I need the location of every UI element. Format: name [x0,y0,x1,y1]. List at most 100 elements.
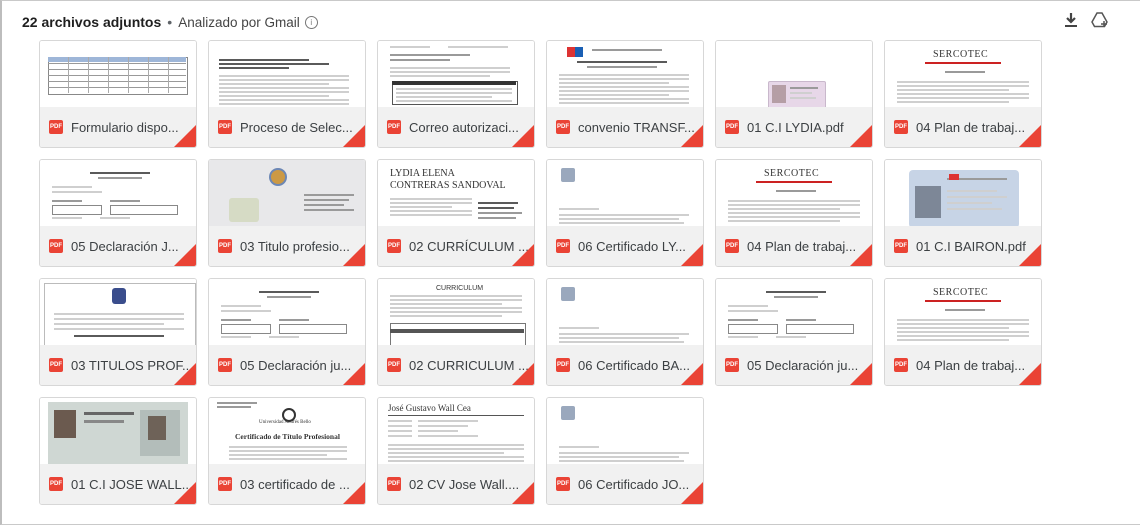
pdf-file-icon: PDF [725,358,739,372]
thumbnail-graphic [575,47,583,57]
attachment-thumbnail [209,41,365,109]
thumbnail-graphic [108,57,109,93]
thumbnail-text-line [52,200,82,202]
thumbnail-text-line [559,94,669,96]
attachment-card[interactable]: PDF Formulario dispo... [39,40,197,148]
thumbnail-text-line [897,85,1029,87]
thumbnail-text-line [390,303,502,305]
fold-corner-icon [343,244,365,266]
thumbnail-graphic [388,415,524,416]
attachment-card[interactable]: PDF 05 Declaración ju... [715,278,873,386]
thumbnail-text-line [897,101,1009,103]
attachment-card[interactable]: PDF 01 C.I JOSE WALL... [39,397,197,505]
analyzed-by-gmail-label: Analizado por Gmail [178,14,300,30]
thumbnail-text-line [897,323,1029,325]
thumbnail-graphic [390,323,526,347]
attachment-thumbnail: SERCOTEC [885,41,1041,109]
attachment-card[interactable]: PDF 03 Titulo profesio... [208,159,366,267]
attachment-thumbnail [547,160,703,228]
attachment-card[interactable]: PDF 06 Certificado BA... [546,278,704,386]
attachment-card[interactable]: PDF 01 C.I LYDIA.pdf [715,40,873,148]
thumbnail-text-line [947,190,997,192]
thumbnail-text-line [217,402,257,404]
attachment-filename: 05 Declaración ju... [240,357,352,373]
attachment-thumbnail: José Gustavo Wall Cea [378,398,534,466]
thumbnail-text-line [897,331,1029,333]
thumbnail-graphic [567,47,575,57]
thumbnail-text-line [559,102,689,104]
fold-corner-icon [1019,363,1041,385]
thumbnail-text-line [776,190,816,192]
attachment-filename: 02 CURRICULUM ... [409,357,529,373]
thumbnail-text-line [592,49,662,51]
add-to-drive-button[interactable] [1090,10,1110,30]
pdf-file-icon: PDF [387,477,401,491]
thumbnail-graphic [392,81,516,85]
thumbnail-graphic [221,324,271,334]
thumbnail-graphic [128,57,129,93]
pdf-file-icon: PDF [49,120,63,134]
attachment-card[interactable]: PDF convenio TRANSF... [546,40,704,148]
certificate-title: Certificado de Título Profesional [235,432,340,441]
attachment-card[interactable]: PDF 06 Certificado LY... [546,159,704,267]
pdf-file-icon: PDF [218,120,232,134]
thumbnail-text-line [559,446,599,448]
thumbnail-text-line [221,336,251,338]
thumbnail-text-line [947,196,1007,198]
thumbnail-text-line [390,214,472,216]
thumbnail-text-line [219,75,349,77]
thumbnail-text-line [388,435,412,437]
pdf-file-icon: PDF [894,239,908,253]
info-icon[interactable]: i [304,15,318,29]
thumbnail-text-line [388,444,524,446]
download-all-button[interactable] [1061,10,1081,30]
thumbnail-text-line [790,97,816,99]
thumbnail-graphic [772,85,786,103]
thumbnail-text-line [947,208,1002,210]
attachment-card[interactable]: SERCOTEC PDF 04 Plan de trabaj... [884,40,1042,148]
thumbnail-name-line-2: CONTRERAS SANDOVAL [390,180,506,191]
attachment-filename: convenio TRANSF... [578,119,695,135]
thumbnail-text-line [52,191,102,193]
fold-corner-icon [512,482,534,504]
attachment-card[interactable]: PDF 06 Certificado JO... [546,397,704,505]
attachment-card[interactable]: José Gustavo Wall Cea PDF 02 CV Jose Wall.… [377,397,535,505]
attachment-card[interactable]: SERCOTEC PDF 04 Plan de trabaj... [715,159,873,267]
attachment-card[interactable]: PDF Proceso de Selec... [208,40,366,148]
thumbnail-text-line [478,217,516,219]
attachment-card[interactable]: PDF Correo autorizaci... [377,40,535,148]
attachment-card[interactable]: Universidad Andrés Bello Certificado de T… [208,397,366,505]
thumbnail-text-line [396,100,512,102]
attachment-card[interactable]: PDF 03 TITULOS PROF... [39,278,197,386]
attachment-filename: 06 Certificado JO... [578,476,690,492]
attachment-card[interactable]: LYDIA ELENA CONTRERAS SANDOVAL PDF 02 CURRÍ… [377,159,535,267]
attachments-header: 22 archivos adjuntos • Analizado por Gma… [22,12,318,32]
attachment-card[interactable]: SERCOTEC PDF 04 Plan de trabaj... [884,278,1042,386]
fold-corner-icon [174,482,196,504]
pdf-file-icon: PDF [387,239,401,253]
fold-corner-icon [1019,244,1041,266]
thumbnail-text-line [100,217,130,219]
thumbnail-graphic [148,416,166,440]
pdf-file-icon: PDF [556,477,570,491]
fold-corner-icon [681,363,703,385]
curriculum-heading: CURRICULUM [436,285,484,292]
attachment-card[interactable]: PDF 01 C.I BAIRON.pdf [884,159,1042,267]
thumbnail-text-line [390,59,450,61]
thumbnail-text-line [221,319,251,321]
thumbnail-text-line [304,204,344,206]
attachment-card[interactable]: PDF 05 Declaración ju... [208,278,366,386]
attachment-label-bar: PDF 05 Declaración J... [40,226,196,266]
thumbnail-text-line [90,172,150,174]
thumbnail-text-line [728,204,860,206]
pdf-file-icon: PDF [725,120,739,134]
attachment-card[interactable]: CURRICULUM PDF 02 CURRICULUM ... [377,278,535,386]
thumbnail-text-line [559,208,599,210]
attachment-card[interactable]: PDF 05 Declaración J... [39,159,197,267]
attachment-filename: 05 Declaración ju... [747,357,859,373]
thumbnail-text-line [388,452,504,454]
thumbnail-text-line [54,323,164,325]
thumbnail-text-line [559,337,679,339]
attachment-count: 22 archivos adjuntos [22,14,162,30]
thumbnail-text-line [559,86,689,88]
